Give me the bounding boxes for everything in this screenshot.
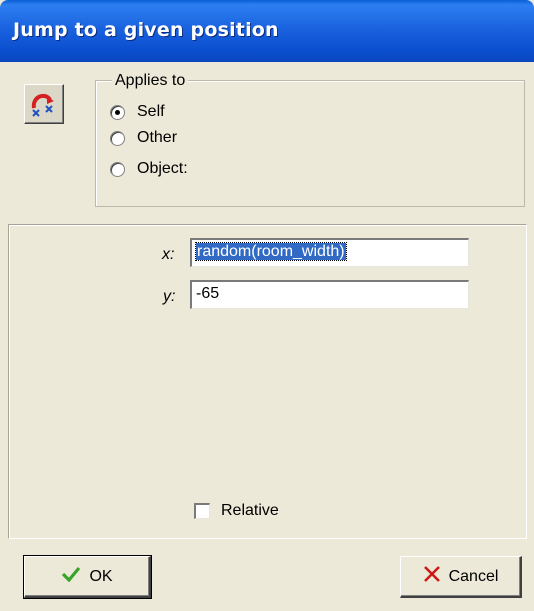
ok-button[interactable]: OK (23, 555, 152, 599)
title-bar[interactable]: Jump to a given position (0, 0, 534, 62)
cancel-button[interactable]: Cancel (400, 556, 522, 598)
relative-checkbox-row[interactable]: Relative (194, 502, 279, 520)
relative-label: Relative (221, 502, 279, 519)
cancel-label: Cancel (448, 567, 499, 585)
x-field-value: random(room_width) (195, 242, 347, 261)
y-label: y: (163, 288, 176, 305)
check-icon (61, 566, 81, 587)
applies-to-label: Applies to (112, 72, 189, 90)
radio-label-self: Self (137, 103, 165, 120)
ok-label: OK (89, 567, 113, 585)
x-label: x: (162, 246, 175, 263)
dialog-window: Jump to a given position Applies to Self… (0, 0, 534, 611)
radio-label-other: Other (137, 129, 178, 146)
radio-label-object: Object: (137, 160, 188, 177)
y-field-value: -65 (196, 285, 220, 302)
window-title: Jump to a given position (13, 19, 279, 41)
parameters-panel (8, 224, 527, 539)
jump-position-icon (24, 84, 64, 124)
radio-button-other[interactable] (110, 130, 125, 146)
y-field[interactable]: -65 (190, 280, 469, 309)
relative-checkbox[interactable] (194, 503, 210, 519)
radio-other[interactable]: Other (110, 127, 177, 149)
x-field[interactable]: random(room_width) (190, 238, 469, 267)
radio-object[interactable]: Object: (110, 158, 188, 180)
radio-button-object[interactable] (110, 161, 125, 177)
x-icon (423, 565, 441, 588)
radio-self[interactable]: Self (110, 101, 165, 123)
radio-button-self[interactable] (110, 104, 125, 120)
